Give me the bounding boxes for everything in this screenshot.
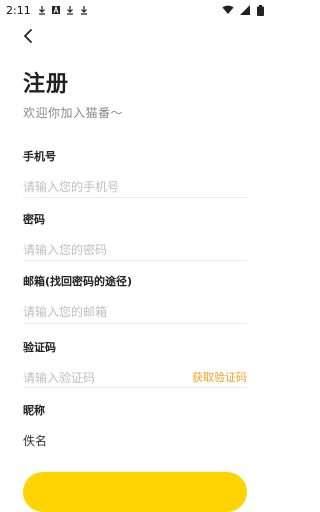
download-icon [80, 6, 87, 15]
divider [23, 260, 247, 261]
register-button[interactable] [23, 472, 247, 512]
password-label: 密码 [23, 213, 45, 226]
get-code-button[interactable]: 获取验证码 [192, 369, 247, 385]
phone-field: 手机号 请输入您的手机号 [23, 148, 247, 196]
status-notification-icons [37, 5, 89, 15]
nickname-field: 昵称 佚名 [23, 402, 247, 450]
nickname-input[interactable]: 佚名 [23, 430, 247, 450]
nickname-value: 佚名 [23, 433, 48, 448]
password-placeholder: 请输入您的密码 [23, 242, 108, 257]
code-placeholder: 请输入验证码 [23, 370, 96, 385]
nickname-label: 昵称 [23, 404, 45, 417]
chevron-left-icon [24, 29, 32, 43]
email-field: 邮箱(找回密码的途径) 请输入您的邮箱 [23, 273, 247, 321]
download-icon [38, 6, 45, 15]
phone-label: 手机号 [23, 150, 56, 163]
phone-placeholder: 请输入您的手机号 [23, 179, 120, 194]
download-icon [66, 6, 73, 15]
wifi-icon [222, 5, 234, 14]
divider [23, 197, 247, 198]
a-icon [51, 5, 60, 14]
page-title: 注册 [23, 72, 70, 97]
signal-icon [240, 5, 250, 15]
status-bar: 2:11 [0, 0, 270, 20]
status-time: 2:11 [6, 3, 31, 17]
divider [23, 323, 247, 324]
page-subtitle: 欢迎你加入猫番～ [23, 106, 124, 120]
divider [23, 387, 247, 388]
email-placeholder: 请输入您的邮箱 [23, 304, 108, 319]
status-left: 2:11 [6, 4, 89, 17]
code-input[interactable]: 请输入验证码 获取验证码 [23, 367, 247, 387]
code-field: 验证码 请输入验证码 获取验证码 [23, 339, 247, 387]
back-button[interactable] [18, 26, 38, 46]
phone-input[interactable]: 请输入您的手机号 [23, 176, 247, 196]
password-field: 密码 请输入您的密码 [23, 211, 247, 259]
password-input[interactable]: 请输入您的密码 [23, 239, 247, 259]
battery-icon [257, 4, 264, 16]
email-label: 邮箱(找回密码的途径) [23, 275, 133, 288]
code-label: 验证码 [23, 341, 56, 354]
status-right [222, 4, 264, 16]
email-input[interactable]: 请输入您的邮箱 [23, 301, 247, 321]
